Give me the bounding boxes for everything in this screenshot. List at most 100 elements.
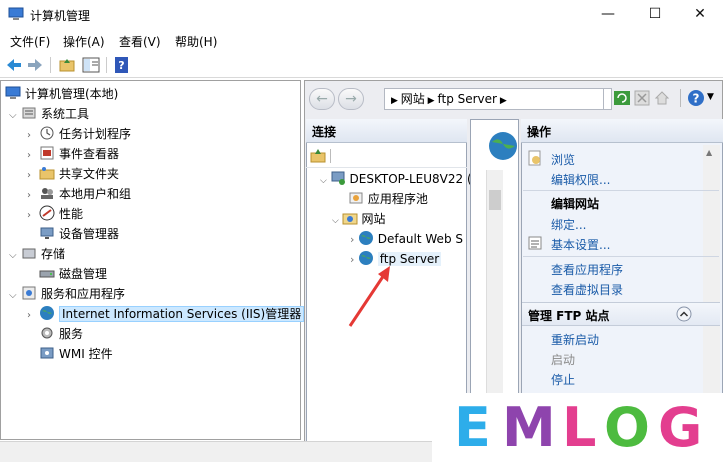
- view-applications-link[interactable]: 查看应用程序: [551, 261, 623, 278]
- breadcrumb-arrow-icon: ▶: [391, 96, 401, 106]
- maximize-button[interactable]: ☐: [632, 0, 678, 30]
- tree-item-label: 任务计划程序: [59, 127, 132, 141]
- breadcrumb[interactable]: ▶ 网站 ▶ ftp Server ▶: [384, 88, 604, 110]
- tree-item[interactable]: 设备管理器: [27, 224, 119, 244]
- svg-text:?: ?: [693, 92, 700, 106]
- collapse-arrow-icon[interactable]: ⌵: [9, 246, 21, 266]
- expand-arrow-icon[interactable]: ›: [27, 186, 39, 206]
- manage-ftp-heading: 管理 FTP 站点: [528, 309, 610, 323]
- server-label: DESKTOP-LEU8V22 (: [349, 172, 472, 186]
- default-site-label: Default Web S: [377, 232, 463, 246]
- tree-item[interactable]: › 共享文件夹: [27, 164, 119, 184]
- basic-settings-link[interactable]: 基本设置...: [551, 236, 610, 253]
- tree-item[interactable]: › Internet Information Services (IIS)管理器: [27, 304, 305, 326]
- collapse-arrow-icon: ⌵: [320, 176, 330, 186]
- help-icon[interactable]: ?: [113, 56, 131, 74]
- back-icon[interactable]: [5, 56, 23, 74]
- view-virtual-dirs-link[interactable]: 查看虚拟目录: [551, 281, 623, 298]
- tree-item[interactable]: 磁盘管理: [27, 264, 107, 284]
- wmi-control-icon: [40, 347, 54, 359]
- menu-bar: 文件(F) 操作(A) 查看(V) 帮助(H): [0, 30, 723, 52]
- expand-arrow-icon[interactable]: ›: [27, 166, 39, 186]
- stop-icon[interactable]: [634, 90, 650, 106]
- sites-folder-icon: [342, 213, 358, 225]
- tree-item-label: 性能: [59, 207, 84, 221]
- tree-default-site[interactable]: › Default Web S: [350, 230, 466, 246]
- annotation-arrow: [348, 266, 390, 327]
- tree-item[interactable]: › 本地用户和组: [27, 184, 131, 204]
- help-dropdown-icon[interactable]: ▼: [707, 92, 714, 102]
- services-apps-icon: [22, 286, 36, 300]
- tree-item-label: Internet Information Services (IIS)管理器: [59, 306, 305, 322]
- breadcrumb-separator-icon: ▶: [424, 96, 438, 106]
- addressbar-separator: [680, 89, 681, 107]
- refresh-icon[interactable]: [613, 90, 631, 106]
- svg-text:?: ?: [118, 59, 124, 72]
- edit-permissions-link[interactable]: 编辑权限...: [551, 171, 610, 188]
- features-scrollbar[interactable]: [486, 170, 503, 395]
- tree-item-label: 磁盘管理: [59, 267, 108, 281]
- manage-ftp-section-header[interactable]: 管理 FTP 站点: [522, 302, 720, 326]
- restart-link[interactable]: 重新启动: [551, 331, 599, 348]
- tree-item[interactable]: ⌵ 服务和应用程序: [9, 284, 125, 304]
- status-bar: [0, 441, 432, 462]
- performance-icon: [39, 205, 55, 221]
- show-hide-tree-icon[interactable]: [82, 56, 100, 74]
- tree-item[interactable]: › 性能: [27, 204, 83, 224]
- menu-view[interactable]: 查看(V): [119, 33, 161, 50]
- forward-icon[interactable]: [26, 56, 44, 74]
- menu-help[interactable]: 帮助(H): [175, 33, 217, 50]
- expand-arrow-icon: ›: [350, 233, 358, 246]
- expand-arrow-icon[interactable]: ›: [27, 146, 39, 166]
- computer-management-icon: [8, 7, 24, 20]
- window-title: 计算机管理: [30, 9, 91, 23]
- home-icon[interactable]: [654, 90, 670, 106]
- expand-arrow-icon[interactable]: ›: [27, 126, 39, 146]
- breadcrumb-ftp-server[interactable]: ftp Server: [437, 92, 497, 106]
- close-button[interactable]: ✕: [677, 0, 723, 30]
- actions-scrollbar[interactable]: ▲: [703, 145, 720, 395]
- tree-item[interactable]: › 事件查看器: [27, 144, 119, 164]
- connect-icon[interactable]: [310, 148, 326, 164]
- tree-item[interactable]: WMI 控件: [27, 344, 113, 364]
- iis-back-button[interactable]: ←: [309, 88, 335, 110]
- browse-link[interactable]: 浏览: [551, 151, 575, 168]
- bindings-link[interactable]: 绑定...: [551, 216, 586, 233]
- minimize-button[interactable]: —: [585, 0, 631, 30]
- stop-link[interactable]: 停止: [551, 371, 575, 388]
- watermark-letter-l: L: [562, 396, 597, 459]
- settings-icon: [528, 236, 542, 250]
- event-viewer-icon: [40, 146, 54, 160]
- iis-globe-icon: [40, 306, 54, 320]
- collapse-section-icon[interactable]: [676, 306, 692, 322]
- breadcrumb-sites[interactable]: 网站: [401, 92, 425, 106]
- globe-icon: [489, 132, 517, 160]
- tree-server[interactable]: ⌵ DESKTOP-LEU8V22 (: [320, 170, 472, 186]
- tree-item[interactable]: › 任务计划程序: [27, 124, 131, 144]
- server-icon: [331, 171, 345, 185]
- computer-management-icon: [5, 86, 21, 99]
- expand-arrow-icon[interactable]: ›: [27, 206, 39, 226]
- help-icon[interactable]: ?: [687, 89, 705, 107]
- expand-arrow-icon[interactable]: ›: [27, 306, 39, 326]
- tree-sites[interactable]: ⌵ 网站: [332, 210, 386, 227]
- tree-item[interactable]: ⌵ 存储: [9, 244, 65, 264]
- tree-item-label: 设备管理器: [59, 227, 120, 241]
- up-folder-icon[interactable]: [58, 56, 76, 74]
- tree-item[interactable]: ⌵ 系统工具: [9, 104, 89, 124]
- navigation-tree: 计算机管理(本地) ⌵ 系统工具 › 任务计划程序 › 事件查看器 › 共享文件夹 › 本地用户和…: [0, 80, 305, 440]
- device-manager-icon: [40, 227, 54, 239]
- tree-item-label: 事件查看器: [59, 147, 120, 161]
- tree-app-pools[interactable]: 应用程序池: [348, 190, 428, 207]
- menu-action[interactable]: 操作(A): [63, 33, 105, 50]
- tree-item[interactable]: 服务: [27, 324, 83, 344]
- app-pool-label: 应用程序池: [367, 192, 428, 206]
- collapse-arrow-icon[interactable]: ⌵: [9, 106, 21, 126]
- local-users-icon: [41, 188, 53, 199]
- collapse-arrow-icon[interactable]: ⌵: [9, 286, 21, 306]
- tree-root[interactable]: 计算机管理(本地): [5, 84, 118, 104]
- iis-forward-button[interactable]: →: [338, 88, 364, 110]
- tree-item-label: 共享文件夹: [59, 167, 120, 181]
- services-gear-icon: [41, 327, 53, 339]
- menu-file[interactable]: 文件(F): [10, 33, 50, 50]
